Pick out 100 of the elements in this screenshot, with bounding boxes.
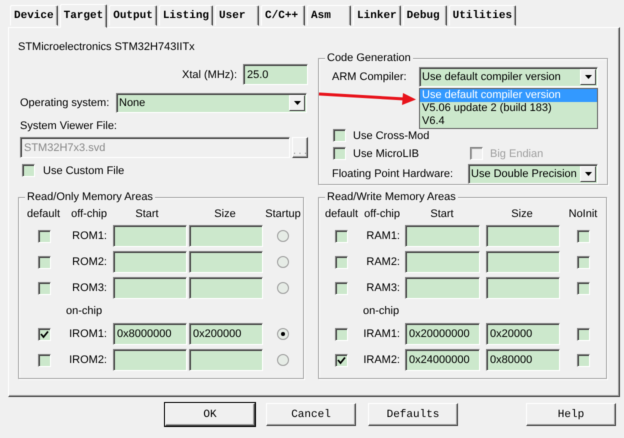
tab[interactable]: Target <box>60 4 108 28</box>
dialog-button[interactable]: Help <box>526 403 616 426</box>
column-header: off-chip <box>70 208 107 220</box>
default-checkbox[interactable] <box>38 282 50 294</box>
column-header: Startup <box>264 208 302 220</box>
size-field[interactable] <box>189 277 263 299</box>
size-field[interactable] <box>189 251 263 273</box>
start-field[interactable]: 0x24000000 <box>405 349 480 371</box>
start-field[interactable]: 0x8000000 <box>113 323 187 345</box>
default-checkbox[interactable] <box>38 256 50 268</box>
memory-label: RAM1: <box>365 230 400 242</box>
tab[interactable]: Utilities <box>448 5 516 26</box>
size-field[interactable]: 0x80000 <box>486 349 560 371</box>
dropdown-button[interactable] <box>289 95 305 111</box>
tab[interactable]: Listing <box>158 5 214 26</box>
noinit-checkbox[interactable] <box>576 328 590 340</box>
caret-icon <box>294 101 300 105</box>
start-field[interactable] <box>113 225 187 247</box>
default-checkbox[interactable] <box>335 282 348 294</box>
tab[interactable]: Output <box>109 5 157 26</box>
start-field[interactable] <box>113 277 187 299</box>
tab[interactable]: C/C++ <box>261 5 306 26</box>
size-field[interactable] <box>189 225 263 247</box>
dialog-button[interactable]: Cancel <box>266 403 356 426</box>
fpu-dropdown[interactable]: Use Double Precision <box>468 164 598 184</box>
start-field[interactable] <box>405 277 480 299</box>
tab[interactable]: Device <box>10 5 58 26</box>
noinit-checkbox[interactable] <box>576 354 590 366</box>
startup-radio[interactable] <box>277 354 289 366</box>
default-checkbox[interactable] <box>335 256 348 268</box>
column-header: off-chip <box>363 208 400 220</box>
memory-label: IRAM2: <box>362 354 400 366</box>
size-field[interactable] <box>486 251 560 273</box>
checkbox-label: Big Endian <box>490 148 544 160</box>
checkbox[interactable] <box>333 147 346 160</box>
group-title: Read/Only Memory Areas <box>25 190 155 204</box>
checkbox[interactable] <box>22 164 35 177</box>
start-field[interactable] <box>405 251 480 273</box>
field-label: Operating system: <box>20 97 110 109</box>
caret-icon <box>584 172 592 176</box>
checkbox-label: Use Custom File <box>43 164 124 176</box>
noinit-checkbox[interactable] <box>576 256 590 268</box>
checkbox-label: Use MicroLIB <box>353 148 420 160</box>
default-checkbox[interactable] <box>335 230 348 242</box>
size-field[interactable] <box>486 225 560 247</box>
dropdown-button[interactable] <box>580 69 596 85</box>
tab[interactable]: Debug <box>402 5 447 26</box>
memory-label: ROM2: <box>71 256 107 268</box>
section-label: on-chip <box>65 305 104 317</box>
dropdown-option[interactable]: V5.06 update 2 (build 183) <box>420 102 597 115</box>
column-header: NoInit <box>568 208 598 220</box>
start-field[interactable] <box>113 349 187 371</box>
noinit-checkbox[interactable] <box>576 282 590 294</box>
startup-radio[interactable] <box>277 256 289 268</box>
startup-radio[interactable] <box>277 282 289 294</box>
memory-label: ROM1: <box>71 230 107 242</box>
memory-label: IROM1: <box>68 328 107 340</box>
startup-radio[interactable] <box>277 230 289 242</box>
tab[interactable]: Linker <box>353 5 401 26</box>
start-field[interactable] <box>113 251 187 273</box>
dropdown-button[interactable] <box>580 166 596 182</box>
checkbox[interactable] <box>333 129 346 142</box>
column-header: default <box>325 208 358 220</box>
default-checkbox[interactable] <box>335 354 348 366</box>
dialog-button[interactable]: OK <box>165 403 255 426</box>
default-checkbox[interactable] <box>38 328 50 340</box>
default-checkbox[interactable] <box>335 328 348 340</box>
default-checkbox[interactable] <box>38 230 50 242</box>
default-checkbox[interactable] <box>38 354 50 366</box>
size-field[interactable]: 0x200000 <box>189 323 263 345</box>
memory-label: ROM3: <box>71 282 107 294</box>
checkbox-label: Use Cross-Mod <box>353 130 430 142</box>
size-field[interactable] <box>486 277 560 299</box>
startup-radio[interactable] <box>277 328 289 340</box>
tab[interactable]: User <box>215 5 260 26</box>
xtal-field[interactable]: 25.0 <box>243 64 308 85</box>
field-label: System Viewer File: <box>19 119 118 133</box>
field-label: ARM Compiler: <box>332 71 408 83</box>
field-label: Floating Point Hardware: <box>332 168 454 180</box>
memory-label: IRAM1: <box>362 328 400 340</box>
device-name: STMicroelectronics STM32H743IITx <box>18 40 196 54</box>
field-label: Xtal (MHz): <box>182 68 237 80</box>
tab[interactable]: Asm <box>307 5 352 26</box>
start-field[interactable]: 0x20000000 <box>405 323 480 345</box>
start-field[interactable] <box>405 225 480 247</box>
os-dropdown[interactable]: None <box>116 93 307 113</box>
dialog-button[interactable]: Defaults <box>368 403 458 426</box>
memory-label: RAM3: <box>365 282 400 294</box>
column-header: Start <box>429 208 455 220</box>
memory-label: IROM2: <box>68 354 107 366</box>
column-header: Size <box>510 208 534 220</box>
memory-label: RAM2: <box>365 256 400 268</box>
dropdown-option[interactable]: V6.4 <box>420 115 597 128</box>
group-title: Read/Write Memory Areas <box>325 190 458 204</box>
size-field[interactable]: 0x20000 <box>486 323 560 345</box>
section-label: on-chip <box>362 305 400 317</box>
caret-icon <box>584 75 592 79</box>
size-field[interactable] <box>189 349 263 371</box>
column-header: Start <box>134 208 160 220</box>
noinit-checkbox[interactable] <box>576 230 590 242</box>
